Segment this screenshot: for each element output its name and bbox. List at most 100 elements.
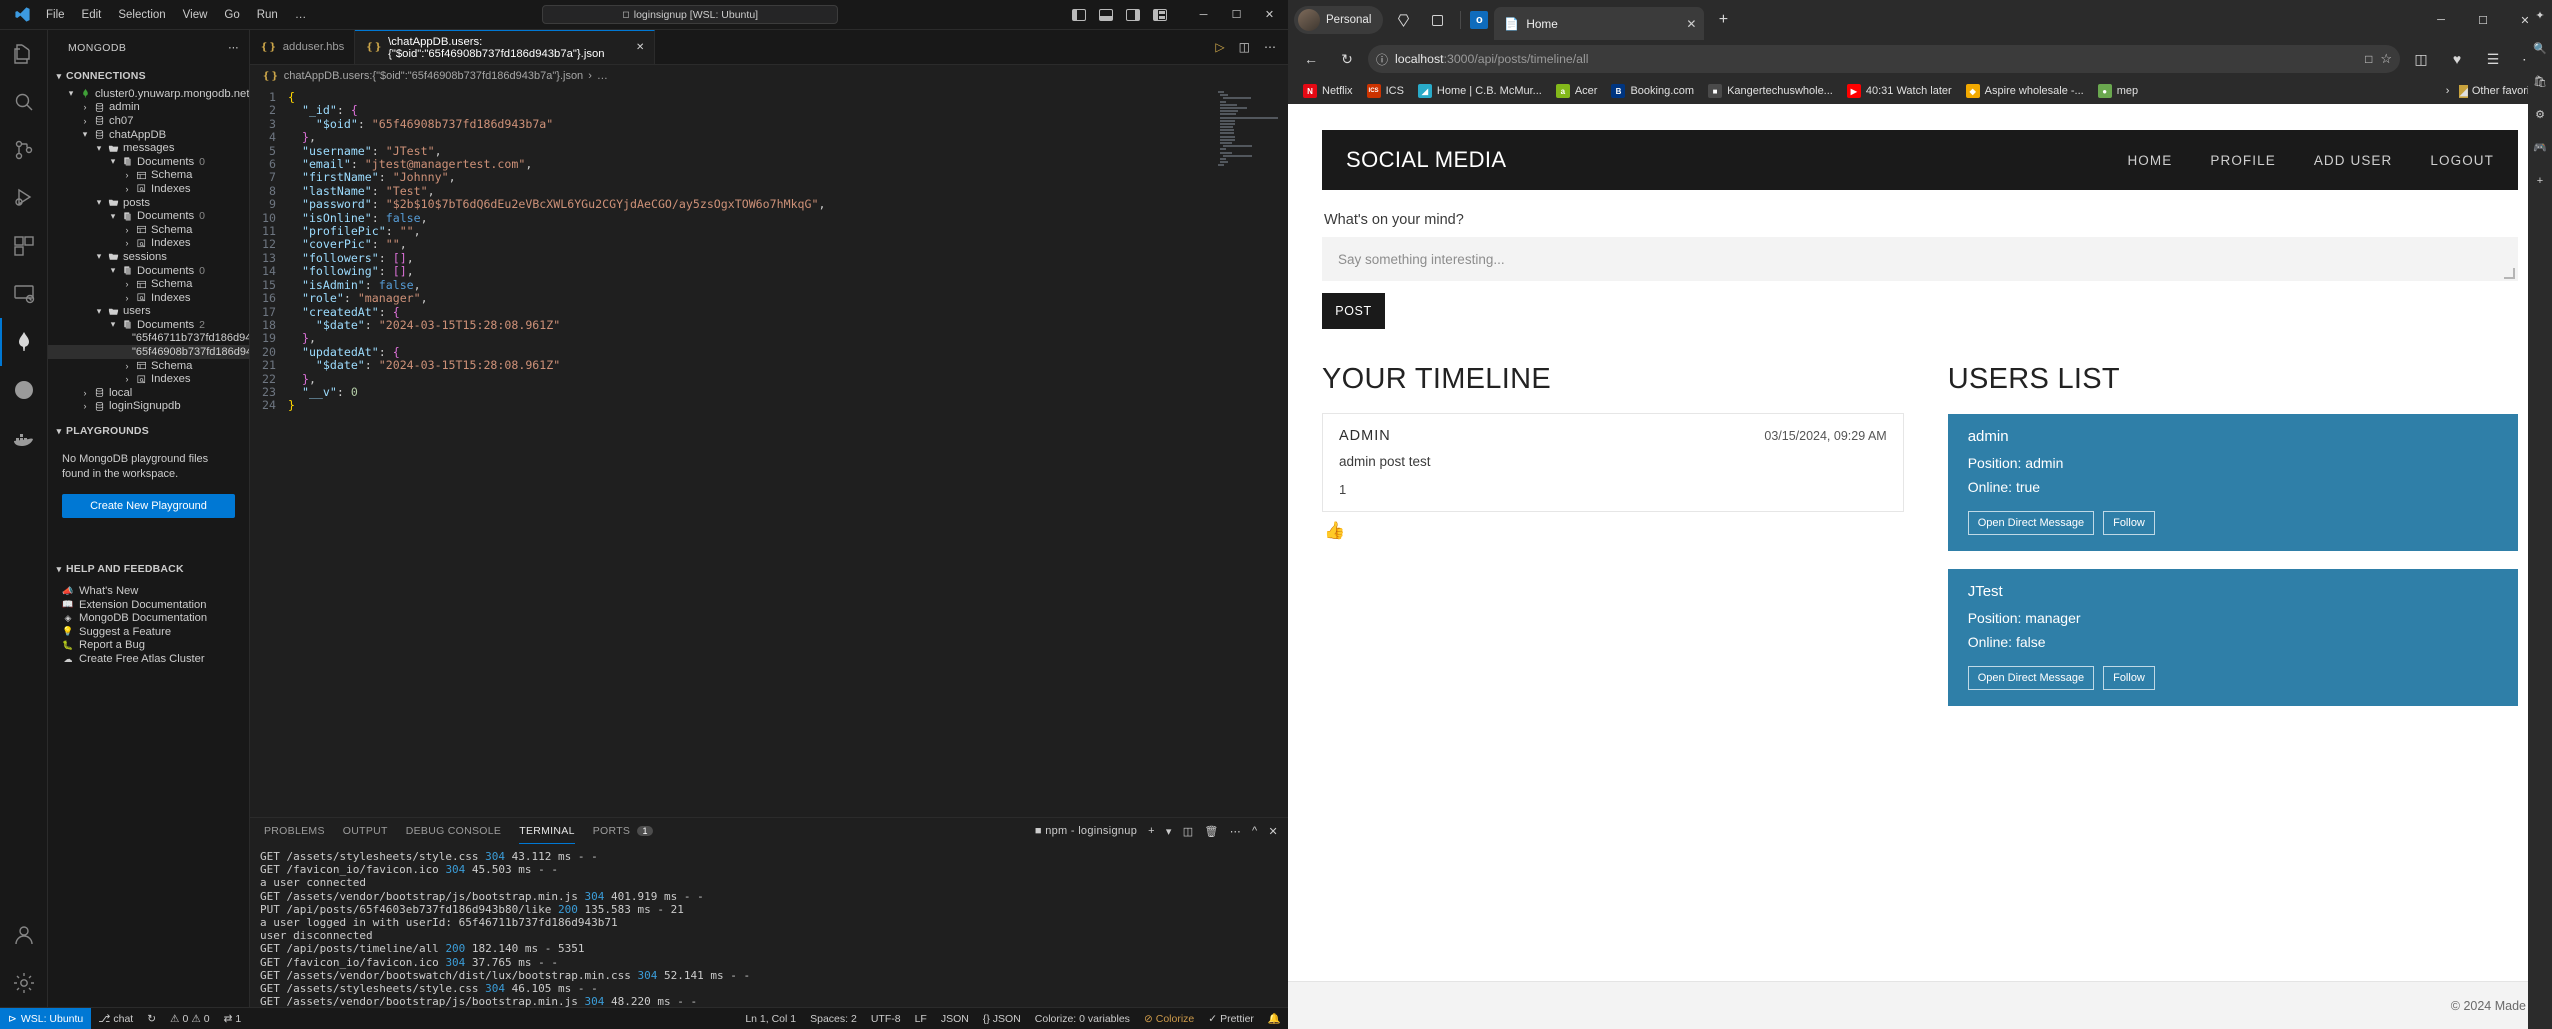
- post-textarea[interactable]: Say something interesting...: [1322, 237, 2518, 281]
- minimize-button[interactable]: ─: [1187, 0, 1220, 30]
- open-direct-message-button[interactable]: Open Direct Message: [1967, 666, 2095, 690]
- code-line[interactable]: "createdAt": {: [288, 305, 1288, 319]
- code-content[interactable]: { "_id": { "$oid": "65f46908b737fd186d94…: [284, 87, 1288, 817]
- games-icon[interactable]: 🎮: [2532, 139, 2549, 156]
- nav-add-user[interactable]: ADD USER: [2314, 153, 2393, 168]
- help-mongodb-docs[interactable]: ◈ MongoDB Documentation: [48, 611, 249, 625]
- terminal-dropdown-icon[interactable]: ▾: [1166, 825, 1172, 838]
- nav-home[interactable]: HOME: [2127, 153, 2172, 168]
- nav-logout[interactable]: LOGOUT: [2430, 153, 2494, 168]
- bookmark-ics[interactable]: ICS ICS: [1360, 81, 1411, 101]
- tree-connection[interactable]: ▾ cluster0.ynuwarp.mongodb.net connected: [48, 87, 249, 101]
- menu-view[interactable]: View: [181, 7, 210, 23]
- status-ports[interactable]: ⇄ 1: [217, 1013, 249, 1025]
- collections-icon[interactable]: □: [2365, 52, 2372, 66]
- tree-indexes[interactable]: › Indexes: [48, 237, 249, 251]
- search-icon[interactable]: [0, 78, 48, 126]
- close-button[interactable]: ✕: [1253, 0, 1286, 30]
- outlook-icon[interactable]: o: [1470, 11, 1489, 29]
- sidebar-more-icon[interactable]: ⋯: [228, 42, 239, 54]
- code-line[interactable]: "firstName": "Johnny",: [288, 171, 1288, 184]
- section-help[interactable]: ▾ HELP AND FEEDBACK: [48, 558, 249, 580]
- help-whats-new[interactable]: 📣 What's New: [48, 584, 249, 598]
- site-info-icon[interactable]: ⓘ: [1376, 51, 1388, 68]
- tree-db-ch07[interactable]: › ch07: [48, 114, 249, 128]
- split-view-icon[interactable]: ◫: [2406, 45, 2436, 73]
- menu-run[interactable]: Run: [255, 7, 280, 23]
- panel-more-icon[interactable]: ⋯: [1230, 825, 1241, 838]
- tab-user-json[interactable]: ❴❵ \chatAppDB.users:{"$oid":"65f46908b73…: [355, 30, 656, 64]
- tools-icon[interactable]: ⚙: [2532, 106, 2549, 123]
- tree-schema[interactable]: › Schema: [48, 277, 249, 291]
- bookmark-mep[interactable]: ● mep: [2091, 81, 2145, 101]
- mongodb-icon[interactable]: [0, 318, 48, 366]
- toggle-primary-sidebar-icon[interactable]: [1072, 8, 1086, 21]
- menu-edit[interactable]: Edit: [80, 7, 104, 23]
- maximize-button[interactable]: ☐: [1220, 0, 1253, 30]
- tab-debug-console[interactable]: DEBUG CONSOLE: [406, 821, 502, 841]
- tab-terminal[interactable]: TERMINAL: [519, 821, 575, 844]
- maximize-panel-icon[interactable]: ^: [1252, 825, 1257, 837]
- help-create-atlas-cluster[interactable]: ☁ Create Free Atlas Cluster: [48, 652, 249, 666]
- app-nav-links[interactable]: HOME PROFILE ADD USER LOGOUT: [2127, 153, 2494, 168]
- thumbs-up-icon[interactable]: 👍: [1324, 521, 1904, 541]
- code-line[interactable]: },: [288, 332, 1288, 345]
- favorite-star-icon[interactable]: ☆: [2380, 51, 2392, 67]
- code-line[interactable]: }: [288, 399, 1288, 412]
- status-encoding[interactable]: UTF-8: [864, 1013, 908, 1025]
- code-line[interactable]: "__v": 0: [288, 385, 1288, 399]
- user-card-username[interactable]: JTest: [1947, 569, 2518, 606]
- close-icon[interactable]: ✕: [636, 42, 644, 53]
- extensions-icon[interactable]: [0, 222, 48, 270]
- address-bar[interactable]: ⓘ localhost:3000/api/posts/timeline/all …: [1368, 45, 2400, 73]
- code-line[interactable]: "$date": "2024-03-15T15:28:08.961Z": [288, 318, 1288, 332]
- nav-profile[interactable]: PROFILE: [2210, 153, 2275, 168]
- help-extension-docs[interactable]: 📖 Extension Documentation: [48, 598, 249, 612]
- code-line[interactable]: "lastName": "Test",: [288, 184, 1288, 198]
- status-sync[interactable]: ↻: [140, 1013, 163, 1025]
- chevron-right-icon[interactable]: ›: [2440, 85, 2456, 97]
- post-author[interactable]: ADMIN: [1339, 428, 1391, 444]
- toggle-secondary-sidebar-icon[interactable]: [1126, 8, 1140, 21]
- browser-tab[interactable]: 📄 Home ✕: [1494, 7, 1705, 40]
- maximize-button[interactable]: ☐: [2462, 4, 2504, 36]
- tree-collection-posts[interactable]: ▾ posts: [48, 196, 249, 210]
- run-icon[interactable]: ▷: [1215, 40, 1224, 54]
- omnibox-actions[interactable]: □ ☆: [2365, 51, 2392, 67]
- code-line[interactable]: "_id": {: [288, 104, 1288, 117]
- bookmark-booking[interactable]: B Booking.com: [1604, 81, 1701, 101]
- minimap[interactable]: [1218, 91, 1279, 211]
- menu-go[interactable]: Go: [222, 7, 241, 23]
- remote-explorer-icon[interactable]: [0, 270, 48, 318]
- open-direct-message-button[interactable]: Open Direct Message: [1967, 511, 2095, 535]
- breadcrumb[interactable]: ❴❵ chatAppDB.users:{"$oid":"65f46908b737…: [250, 65, 1288, 87]
- accounts-icon[interactable]: [0, 911, 48, 959]
- status-brackets[interactable]: {} JSON: [976, 1013, 1028, 1025]
- code-line[interactable]: "username": "JTest",: [288, 144, 1288, 158]
- tab-adduser-hbs[interactable]: ❴❵ adduser.hbs: [250, 30, 356, 64]
- source-control-icon[interactable]: [0, 126, 48, 174]
- window-title-search[interactable]: ◻ loginsignup [WSL: Ubuntu]: [542, 5, 839, 24]
- tab-ports[interactable]: PORTS 1: [593, 821, 653, 841]
- tab-problems[interactable]: PROBLEMS: [264, 821, 325, 841]
- code-line[interactable]: "$oid": "65f46908b737fd186d943b7a": [288, 117, 1288, 131]
- back-button[interactable]: ←: [1296, 45, 1326, 73]
- code-line[interactable]: "isAdmin": false,: [288, 278, 1288, 292]
- tree-schema[interactable]: › Schema: [48, 223, 249, 237]
- user-card-actions[interactable]: Open Direct Message Follow: [1948, 654, 2518, 706]
- tree-db-local[interactable]: › local: [48, 386, 249, 400]
- workspaces-icon[interactable]: [1389, 6, 1417, 34]
- section-playgrounds[interactable]: ▾ PLAYGROUNDS: [48, 420, 249, 442]
- customize-layout-icon[interactable]: [1153, 8, 1167, 21]
- tree-document-item-selected[interactable]: "65f46908b737fd186d943b7a": [48, 345, 249, 359]
- split-terminal-icon[interactable]: ◫: [1183, 825, 1194, 838]
- tree-collection-messages[interactable]: ▾ messages: [48, 141, 249, 155]
- new-tab-button[interactable]: +: [1710, 7, 1736, 33]
- tree-schema[interactable]: › Schema: [48, 169, 249, 183]
- status-remote[interactable]: ⊳ WSL: Ubuntu: [0, 1007, 92, 1029]
- status-language-mode[interactable]: JSON: [934, 1013, 976, 1025]
- code-editor[interactable]: 1 2 3 4 5 6 7 8 9 10 11 12 13 14 15 16 17 18 19 20 21 22 23 24 …: [250, 87, 1288, 817]
- code-line[interactable]: "email": "jtest@managertest.com",: [288, 157, 1288, 171]
- tree-db-admin[interactable]: › admin: [48, 101, 249, 115]
- settings-gear-icon[interactable]: [0, 959, 48, 1007]
